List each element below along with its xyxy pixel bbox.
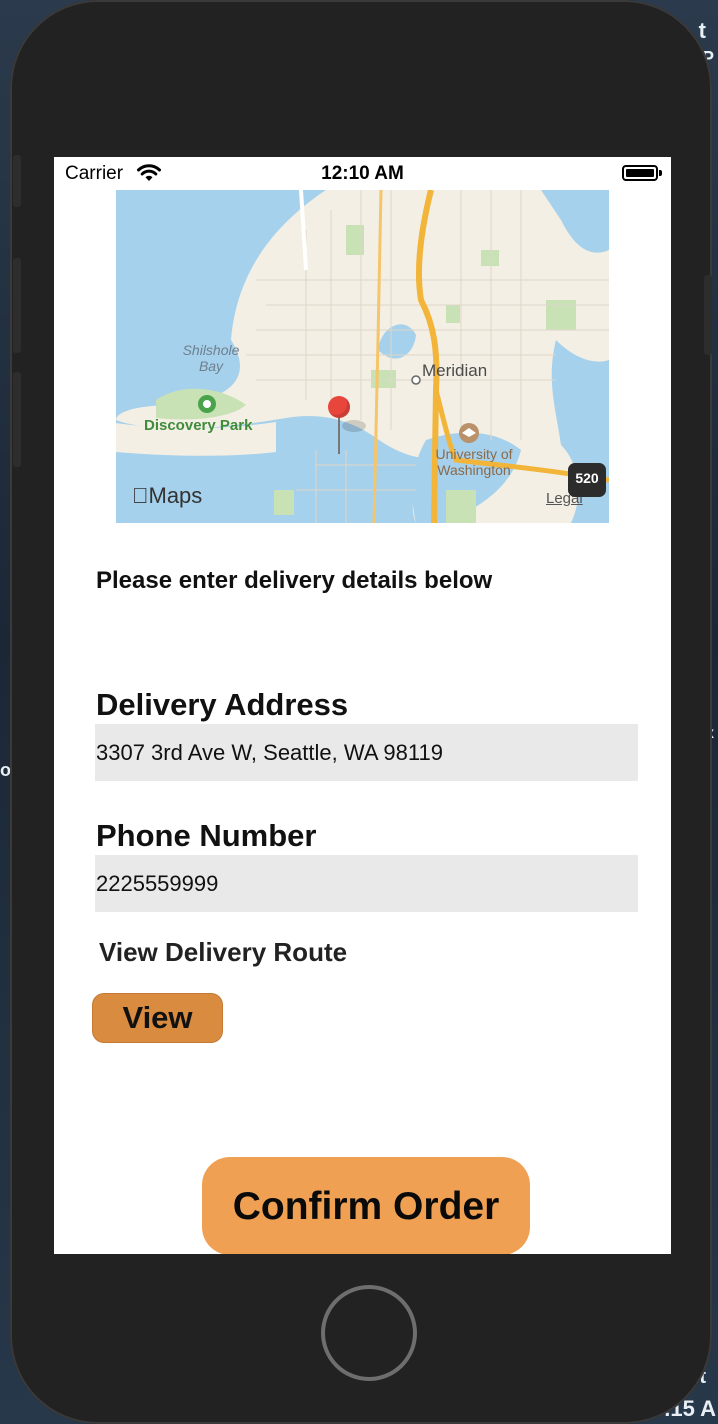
- maps-logo-text: Maps: [132, 483, 203, 508]
- phone-number-label: Phone Number: [96, 818, 317, 853]
- confirm-order-button[interactable]: Confirm Order: [202, 1157, 530, 1254]
- delivery-map[interactable]: Shilshole Bay Discovery Park Meridian Un…: [116, 190, 609, 523]
- delivery-prompt: Please enter delivery details below: [96, 567, 493, 594]
- view-delivery-route-label: View Delivery Route: [99, 937, 348, 967]
- power-button: [704, 275, 712, 355]
- volume-down-button: [13, 372, 21, 467]
- map-label-shilshole: Shilshole Bay: [182, 342, 240, 374]
- battery-full-icon: [622, 165, 658, 181]
- delivery-address-input[interactable]: [95, 724, 638, 781]
- apple-maps-logo: Maps: [132, 483, 202, 509]
- app-screen: Carrier 12:10 AM Shilshole Bay Discovery…: [54, 157, 671, 1254]
- apple-logo-icon: : [132, 483, 149, 508]
- clock: 12:10 AM: [321, 163, 404, 184]
- phone-number-input[interactable]: [95, 855, 638, 912]
- map-label-university: University of Washington: [435, 446, 513, 478]
- home-button[interactable]: [321, 1285, 417, 1381]
- map-pin-icon[interactable]: [328, 396, 350, 418]
- route-520-shield: 520: [568, 463, 606, 497]
- map-label-meridian: Meridian: [422, 361, 488, 380]
- map-pin-stem: [338, 416, 340, 454]
- mute-switch: [13, 155, 21, 207]
- map-label-discovery-park: Discovery Park: [144, 417, 253, 434]
- desktop-text-fragment: t: [698, 18, 706, 43]
- volume-up-button: [13, 258, 21, 353]
- battery-tip: [659, 170, 662, 176]
- view-route-button[interactable]: View: [92, 993, 223, 1043]
- status-bar: Carrier 12:10 AM: [54, 157, 671, 189]
- delivery-address-label: Delivery Address: [96, 687, 349, 722]
